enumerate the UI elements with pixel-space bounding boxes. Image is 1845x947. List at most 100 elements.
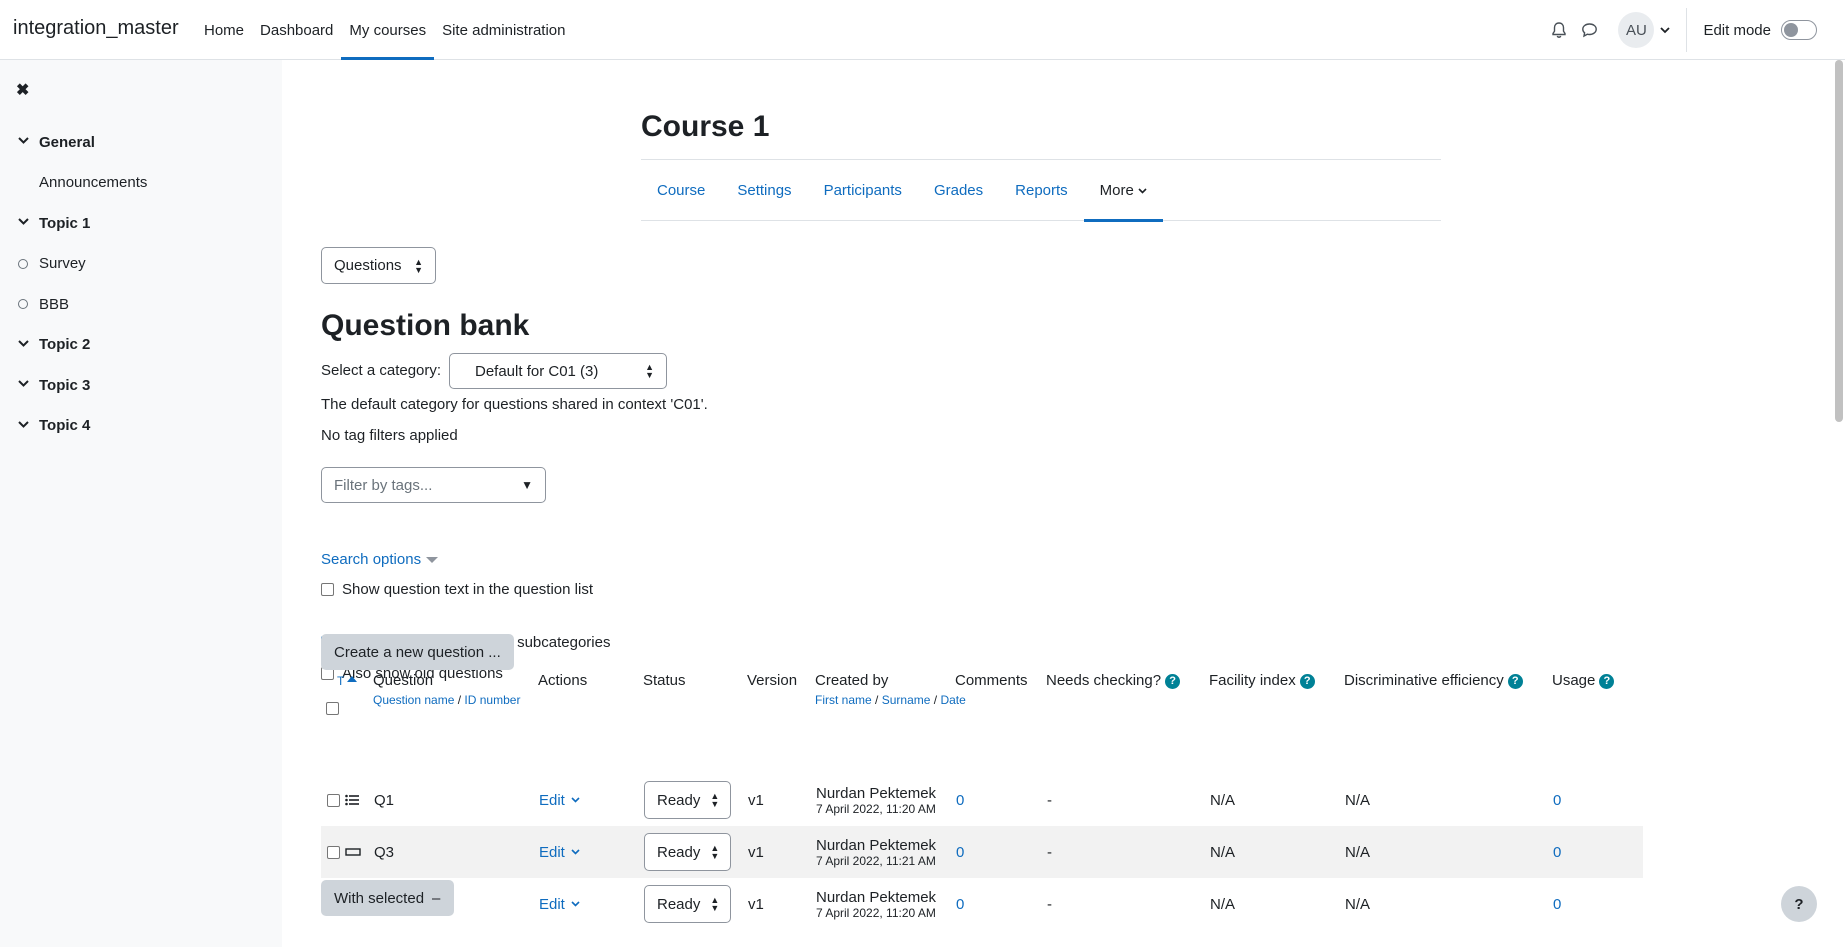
drawer-item-label[interactable]: Topic 1: [39, 215, 90, 232]
nav-dashboard[interactable]: Dashboard: [252, 0, 341, 60]
help-icon[interactable]: ?: [1599, 673, 1615, 689]
edit-menu-toggle[interactable]: Edit: [539, 896, 580, 913]
drawer-section-topic-4[interactable]: Topic 4: [0, 406, 282, 447]
course-index: General Announcements Topic 1 Survey BBB…: [0, 122, 282, 446]
usage-link[interactable]: 0: [1553, 826, 1561, 878]
close-drawer-icon[interactable]: ✖: [16, 80, 29, 100]
usage-link[interactable]: 0: [1553, 774, 1561, 826]
chevron-down-icon[interactable]: [0, 136, 39, 148]
status-select[interactable]: Ready ▲ ▼: [644, 781, 731, 819]
edit-label[interactable]: Edit: [539, 792, 565, 809]
chevron-down-icon[interactable]: [0, 420, 39, 432]
select-value: Default for C01 (3): [475, 362, 599, 380]
sort-question-name[interactable]: Question name: [373, 693, 454, 707]
header-label: Facility index: [1209, 672, 1296, 689]
edit-menu[interactable]: Edit: [539, 774, 580, 826]
triangle-down-icon[interactable]: ▼: [521, 478, 533, 492]
row-checkbox[interactable]: [327, 845, 340, 859]
edit-menu-toggle[interactable]: Edit: [539, 792, 580, 809]
drawer-item-bbb[interactable]: BBB: [0, 284, 282, 325]
tab-reports[interactable]: Reports: [999, 160, 1084, 221]
shortanswer-icon: [345, 848, 361, 856]
tab-settings[interactable]: Settings: [721, 160, 807, 221]
show-question-text-option[interactable]: Show question text in the question list: [321, 581, 593, 598]
creator-name: Nurdan Pektemek: [816, 888, 937, 906]
comments-link[interactable]: 0: [956, 878, 964, 930]
sort-id-number[interactable]: ID number: [464, 693, 520, 707]
drawer-item-label[interactable]: General: [39, 134, 95, 151]
question-bank-nav-select[interactable]: Questions ▲ ▼: [321, 247, 436, 284]
user-menu[interactable]: AU: [1618, 12, 1671, 48]
tag-filter-input[interactable]: Filter by tags... ▼: [321, 467, 546, 503]
row-checkbox[interactable]: [327, 793, 340, 807]
tab-more[interactable]: More: [1083, 160, 1164, 222]
sort-first-name[interactable]: First name: [815, 693, 872, 707]
status-select[interactable]: Ready ▲ ▼: [644, 833, 731, 871]
drawer-item-label[interactable]: Announcements: [39, 174, 147, 191]
select-arrows-icon: ▲ ▼: [645, 362, 654, 380]
comments-link[interactable]: 0: [956, 774, 964, 826]
tab-grades[interactable]: Grades: [918, 160, 999, 221]
status-select[interactable]: Ready ▲ ▼: [644, 885, 731, 923]
edit-menu[interactable]: Edit: [539, 878, 580, 930]
edit-menu-toggle[interactable]: Edit: [539, 844, 580, 861]
drawer-section-topic-2[interactable]: Topic 2: [0, 325, 282, 366]
needs-checking-cell: -: [1047, 843, 1052, 861]
drawer-section-topic-3[interactable]: Topic 3: [0, 365, 282, 406]
drawer-item-label[interactable]: Topic 3: [39, 377, 90, 394]
edit-mode-control[interactable]: Edit mode: [1687, 20, 1845, 40]
help-icon[interactable]: ?: [1165, 673, 1181, 689]
tab-course[interactable]: Course: [641, 160, 721, 221]
question-type-cell: [345, 774, 359, 826]
type-sort-label[interactable]: T: [337, 674, 344, 688]
drawer-section-topic-1[interactable]: Topic 1: [0, 203, 282, 244]
version-column-header[interactable]: Version: [747, 672, 797, 689]
question-name: Q3: [374, 843, 395, 861]
drawer-item-label[interactable]: Survey: [39, 255, 86, 272]
navbar-right: AU Edit mode: [1544, 0, 1845, 60]
nav-site-administration[interactable]: Site administration: [434, 0, 573, 60]
type-sort-header[interactable]: T: [337, 674, 358, 688]
drawer-item-label[interactable]: BBB: [39, 296, 69, 313]
chat-icon[interactable]: [1574, 15, 1604, 45]
search-options-label[interactable]: Search options: [321, 551, 421, 568]
bell-icon[interactable]: [1544, 15, 1574, 45]
page-scrollbar[interactable]: [1835, 60, 1843, 422]
chevron-down-icon[interactable]: [0, 339, 39, 351]
select-all-checkbox[interactable]: [326, 702, 339, 715]
edit-label[interactable]: Edit: [539, 896, 565, 913]
drawer-item-announcements[interactable]: Announcements: [0, 163, 282, 204]
nav-my-courses[interactable]: My courses: [341, 0, 434, 60]
show-question-text-checkbox[interactable]: [321, 583, 334, 596]
help-button[interactable]: ?: [1781, 886, 1817, 922]
help-icon[interactable]: ?: [1507, 673, 1523, 689]
tab-participants[interactable]: Participants: [808, 160, 918, 221]
usage-link[interactable]: 0: [1553, 878, 1561, 930]
edit-mode-toggle[interactable]: [1781, 20, 1817, 40]
site-brand[interactable]: integration_master: [13, 17, 179, 40]
edit-menu[interactable]: Edit: [539, 826, 580, 878]
chevron-down-icon[interactable]: [0, 217, 39, 229]
drawer-item-survey[interactable]: Survey: [0, 244, 282, 285]
with-selected-button[interactable]: With selected –: [321, 880, 454, 916]
created-by-sort-links: First name / Surname / Date: [815, 693, 966, 707]
edit-label[interactable]: Edit: [539, 844, 565, 861]
status-column-header[interactable]: Status: [643, 672, 686, 689]
avatar[interactable]: AU: [1618, 12, 1655, 48]
category-select[interactable]: Default for C01 (3) ▲ ▼: [449, 353, 667, 389]
drawer-item-label[interactable]: Topic 2: [39, 336, 90, 353]
nav-home[interactable]: Home: [196, 0, 252, 60]
search-options-toggle[interactable]: Search options: [321, 551, 439, 568]
chevron-down-icon[interactable]: [0, 379, 39, 391]
tag-filter-placeholder: Filter by tags...: [334, 476, 433, 494]
create-question-button[interactable]: Create a new question ...: [321, 634, 514, 670]
sort-surname[interactable]: Surname: [882, 693, 931, 707]
sort-date[interactable]: Date: [940, 693, 965, 707]
comments-link[interactable]: 0: [956, 826, 964, 878]
help-icon[interactable]: ?: [1299, 673, 1315, 689]
drawer-section-general[interactable]: General: [0, 122, 282, 163]
facility-index-cell: N/A: [1210, 791, 1236, 809]
creator-name: Nurdan Pektemek: [816, 784, 937, 802]
drawer-item-label[interactable]: Topic 4: [39, 417, 90, 434]
comments-column-header[interactable]: Comments: [955, 672, 1028, 689]
